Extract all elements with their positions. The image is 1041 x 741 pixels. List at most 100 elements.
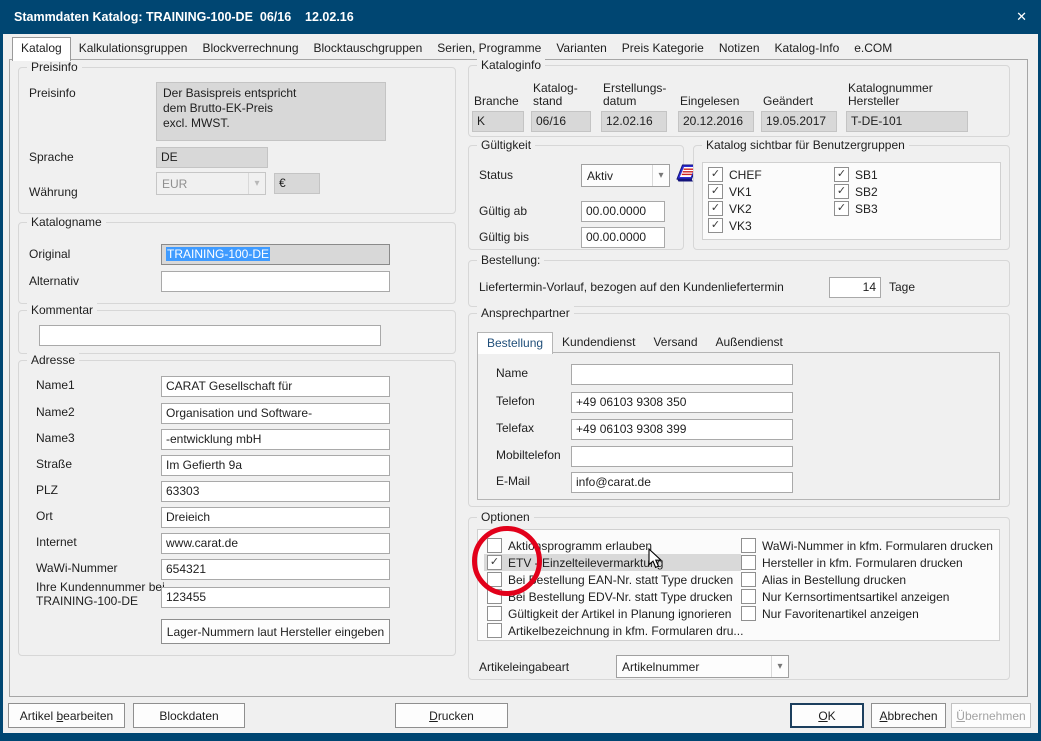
button-übernehmen: Übernehmen [951, 703, 1031, 728]
adresse-field-plz[interactable]: 63303 [161, 481, 390, 502]
close-icon[interactable]: ✕ [1016, 0, 1027, 34]
main-tabstrip: KatalogKalkulationsgruppenBlockverrechnu… [12, 37, 900, 60]
status-dropdown[interactable]: Aktiv ▾ [581, 164, 670, 187]
checkbox-row-alias-in-bestellung-drucken[interactable]: Alias in Bestellung drucken [741, 571, 906, 588]
status-value: Aktiv [587, 169, 613, 183]
checkbox-row-vk3[interactable]: ✓VK3 [708, 217, 752, 234]
checked-checkbox-icon[interactable]: ✓ [708, 184, 723, 199]
checkbox-label: CHEF [729, 168, 762, 182]
ansprechpartner-tab-bestellung[interactable]: Bestellung [477, 332, 553, 354]
ansprechpartner-tab-versand[interactable]: Versand [644, 332, 706, 353]
group-legend-gueltigkeit: Gültigkeit [477, 138, 535, 152]
liefertermin-vorlauf-field[interactable]: 14 [829, 277, 881, 298]
checkbox-row-sb1[interactable]: ✓SB1 [834, 166, 878, 183]
tab-katalog-info[interactable]: Katalog-Info [768, 38, 847, 60]
original-name-field[interactable]: TRAINING-100-DE [161, 244, 390, 265]
checkbox-row-chef[interactable]: ✓ CHEF [708, 166, 762, 183]
unchecked-checkbox-icon[interactable] [741, 606, 756, 621]
tab-blockverrechnung[interactable]: Blockverrechnung [195, 38, 305, 60]
checkbox-row-etv-einzelteilevermarktung[interactable]: ✓ETV - Einzelteilevermarktung [484, 554, 741, 571]
tab-e-com[interactable]: e.COM [847, 38, 899, 60]
adresse-field-name2[interactable]: Organisation und Software- [161, 403, 390, 424]
group-benutzergruppen: Katalog sichtbar für Benutzergruppen ✓CH… [693, 145, 1010, 250]
group-katalogname: Katalogname Original TRAINING-100-DE Alt… [18, 222, 456, 304]
kataloginfo-col-erstellungs: Erstellungs- datum12.02.16 [601, 74, 667, 132]
checked-checkbox-icon[interactable]: ✓ [834, 184, 849, 199]
adresse-field-name1[interactable]: CARAT Gesellschaft für [161, 376, 390, 397]
button-ok[interactable]: OK [790, 703, 864, 728]
checkbox-row-aktionsprogramm-erlauben[interactable]: Aktionsprogramm erlauben [487, 537, 652, 554]
dialog-stammdaten-katalog: Stammdaten Katalog: TRAINING-100-DE 06/1… [0, 0, 1041, 741]
group-ansprechpartner: Ansprechpartner BestellungKundendienstVe… [468, 313, 1010, 507]
unchecked-checkbox-icon[interactable] [741, 572, 756, 587]
checkbox-row-wawi-nummer-in-kfm-formularen-drucken[interactable]: WaWi-Nummer in kfm. Formularen drucken [741, 537, 993, 554]
ansprechpartner-field-name[interactable] [571, 364, 793, 385]
checkbox-row-gültigkeit-der-artikel-in-planung-ignorieren[interactable]: Gültigkeit der Artikel in Planung ignori… [487, 605, 731, 622]
checkbox-label: WaWi-Nummer in kfm. Formularen drucken [762, 539, 993, 553]
ansprechpartner-tab-kundendienst[interactable]: Kundendienst [553, 332, 644, 353]
checkbox-row-artikelbezeichnung-in-kfm-formularen-dru[interactable]: Artikelbezeichnung in kfm. Formularen dr… [487, 622, 743, 639]
checkbox-row-vk1[interactable]: ✓VK1 [708, 183, 752, 200]
button-drucken[interactable]: Drucken [395, 703, 508, 728]
tab-katalog[interactable]: Katalog [12, 37, 71, 61]
tab-varianten[interactable]: Varianten [549, 38, 613, 60]
group-legend-bestellung: Bestellung: [477, 253, 544, 267]
waehrung-value: EUR [162, 177, 187, 191]
button-blockdaten[interactable]: Blockdaten [133, 703, 245, 728]
group-preisinfo: Preisinfo Preisinfo Der Basispreis entsp… [18, 67, 456, 214]
alternativ-name-field[interactable] [161, 271, 390, 292]
checkbox-row-nur-favoritenartikel-anzeigen[interactable]: Nur Favoritenartikel anzeigen [741, 605, 919, 622]
adresse-field-internet[interactable]: www.carat.de [161, 533, 390, 554]
ansprechpartner-field-telefax[interactable]: +49 06103 9308 399 [571, 419, 793, 440]
button-artikel-bearbeiten[interactable]: Artikel bearbeiten [8, 703, 125, 728]
kataloginfo-field-0: K [472, 111, 524, 132]
adresse-field-straße[interactable]: Im Gefierth 9a [161, 455, 390, 476]
checked-checkbox-icon[interactable]: ✓ [708, 167, 723, 182]
tab-serien-programme[interactable]: Serien, Programme [430, 38, 548, 60]
group-legend-adresse: Adresse [27, 353, 79, 367]
checked-checkbox-icon[interactable]: ✓ [834, 201, 849, 216]
tab-preis-kategorie[interactable]: Preis Kategorie [615, 38, 711, 60]
unchecked-checkbox-icon[interactable] [487, 606, 502, 621]
kommentar-field[interactable] [39, 325, 381, 346]
unchecked-checkbox-icon[interactable] [487, 623, 502, 638]
lager-nummern-button[interactable]: Lager-Nummern laut Hersteller eingeben [161, 619, 390, 644]
checkbox-row-hersteller-in-kfm-formularen-drucken[interactable]: Hersteller in kfm. Formularen drucken [741, 554, 963, 571]
preisinfo-label: Preisinfo [29, 86, 76, 100]
button-abbrechen[interactable]: Abbrechen [871, 703, 946, 728]
checked-checkbox-icon[interactable]: ✓ [708, 218, 723, 233]
artikeleingabeart-dropdown[interactable]: Artikelnummer ▾ [616, 655, 789, 678]
checked-checkbox-icon[interactable]: ✓ [834, 167, 849, 182]
gueltig-bis-field[interactable]: 00.00.0000 [581, 227, 665, 248]
kataloginfo-label-5: Katalognummer Hersteller [848, 82, 933, 108]
unchecked-checkbox-icon[interactable] [487, 572, 502, 587]
adresse-field-name3[interactable]: -entwicklung mbH [161, 429, 390, 450]
tab-kalkulationsgruppen[interactable]: Kalkulationsgruppen [72, 38, 195, 60]
tab-notizen[interactable]: Notizen [712, 38, 767, 60]
ansprechpartner-field-mobiltelefon[interactable] [571, 446, 793, 467]
adresse-field-ort[interactable]: Dreieich [161, 507, 390, 528]
checkbox-row-bei-bestellung-ean-nr-statt-type-drucken[interactable]: Bei Bestellung EAN-Nr. statt Type drucke… [487, 571, 733, 588]
tab-blocktauschgruppen[interactable]: Blocktauschgruppen [307, 38, 430, 60]
checkbox-row-sb2[interactable]: ✓ SB2 [834, 183, 878, 200]
adresse-label-name2: Name2 [36, 405, 75, 419]
adresse-field-wawi-nummer[interactable]: 654321 [161, 559, 390, 580]
checkbox-row-nur-kernsortimentsartikel-anzeigen[interactable]: Nur Kernsortimentsartikel anzeigen [741, 588, 949, 605]
liefertermin-text: Liefertermin-Vorlauf, bezogen auf den Ku… [479, 280, 784, 294]
checked-checkbox-icon[interactable]: ✓ [708, 201, 723, 216]
unchecked-checkbox-icon[interactable] [487, 589, 502, 604]
unchecked-checkbox-icon[interactable] [741, 589, 756, 604]
unchecked-checkbox-icon[interactable] [487, 538, 502, 553]
unchecked-checkbox-icon[interactable] [741, 555, 756, 570]
checkbox-row-sb3[interactable]: ✓SB3 [834, 200, 878, 217]
ansprechpartner-field-telefon[interactable]: +49 06103 9308 350 [571, 392, 793, 413]
gueltig-ab-field[interactable]: 00.00.0000 [581, 201, 665, 222]
checkbox-label: SB2 [855, 185, 878, 199]
checkbox-row-vk2[interactable]: ✓VK2 [708, 200, 752, 217]
ansprechpartner-field-e-mail[interactable]: info@carat.de [571, 472, 793, 493]
ansprechpartner-tab-außendienst[interactable]: Außendienst [707, 332, 792, 353]
adresse-field-ihre-kundennummer-bei[interactable]: 123455 [161, 587, 390, 608]
unchecked-checkbox-icon[interactable] [741, 538, 756, 553]
checkbox-row-bei-bestellung-edv-nr-statt-type-drucken[interactable]: Bei Bestellung EDV-Nr. statt Type drucke… [487, 588, 733, 605]
checked-checkbox-icon[interactable]: ✓ [487, 555, 502, 570]
